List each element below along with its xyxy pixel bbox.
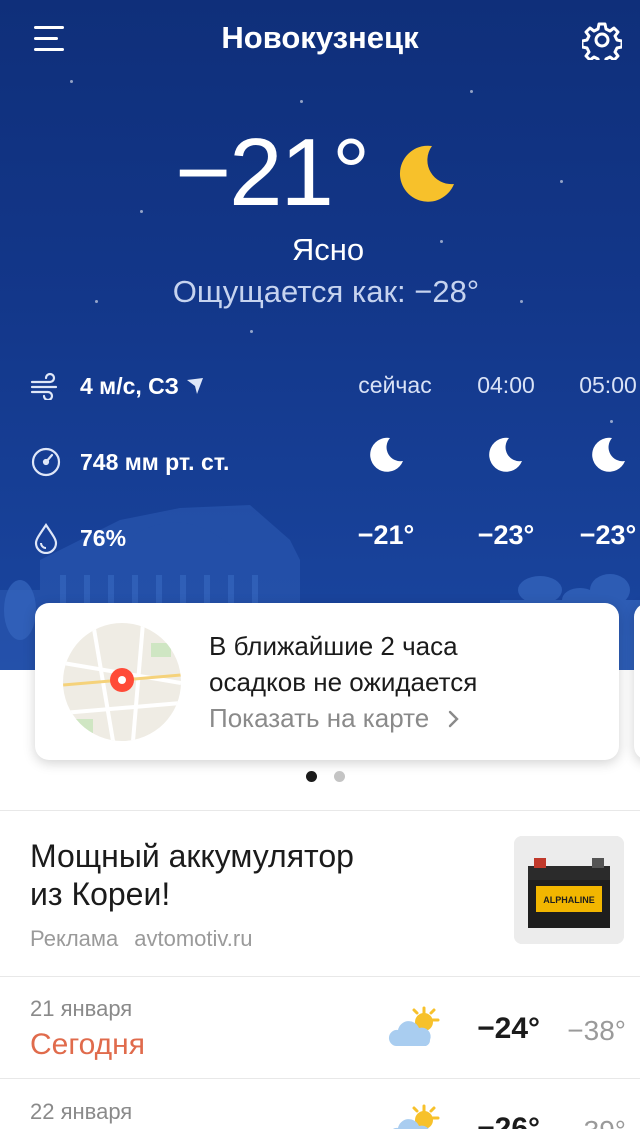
car-battery-image: ALPHALINE <box>514 836 624 944</box>
settings-button[interactable] <box>580 20 624 66</box>
sun-behind-cloud-icon <box>388 1006 440 1046</box>
current-condition: Ясно <box>291 232 365 267</box>
humidity-row: 76% <box>30 518 126 558</box>
hour-temp: −23° <box>477 520 535 550</box>
day-date: 22 января <box>30 1099 133 1124</box>
show-on-map-link[interactable]: Показать на карте <box>209 703 462 734</box>
ad-image-battery[interactable]: ALPHALINE <box>514 836 624 944</box>
wind-icon <box>30 372 58 400</box>
hour-label: 05:00 <box>579 372 637 398</box>
hour-temp: −21° <box>357 520 415 550</box>
ad-title[interactable]: из Кореи! <box>30 876 170 913</box>
nowcast-text-line1: В ближайшие 2 часа <box>209 631 458 661</box>
divider <box>0 810 640 811</box>
nowcast-text-line2: осадков не ожидается <box>209 667 478 697</box>
wind-row: 4 м/с, СЗ <box>30 366 205 406</box>
day-low-temp: −38° <box>567 1015 626 1046</box>
weather-hero: Новокузнецк −21° Ясно Ощущается как: −28… <box>0 0 640 670</box>
pressure-row: 748 мм рт. ст. <box>30 442 229 482</box>
hour-temp: −23° <box>579 520 637 550</box>
city-title[interactable]: Новокузнецк <box>0 20 640 56</box>
sun-behind-cloud-icon <box>393 1104 440 1129</box>
divider <box>0 1078 640 1079</box>
ad-title[interactable]: Мощный аккумулятор <box>30 838 354 875</box>
feels-like: Ощущается как: −28° <box>172 274 480 309</box>
page-dot[interactable] <box>334 771 345 782</box>
current-temperature: −21° <box>175 119 370 226</box>
moon-icon <box>370 437 403 472</box>
gear-icon <box>580 22 624 66</box>
divider <box>0 976 640 977</box>
hour-label: сейчас <box>358 372 432 398</box>
hour-label: 04:00 <box>477 372 535 398</box>
chevron-right-icon <box>449 710 460 728</box>
day-low-temp: −39° <box>546 1115 626 1129</box>
ad-domain[interactable]: avtomotiv.ru <box>134 926 252 951</box>
humidity-value: 76% <box>80 524 127 551</box>
pressure-value: 748 мм рт. ст. <box>80 448 230 475</box>
city-skyline-illustration <box>0 505 640 670</box>
precipitation-nowcast-card[interactable]: В ближайшие 2 часа осадков не ожидается … <box>35 603 619 760</box>
map-thumbnail <box>63 623 181 741</box>
humidity-drop-icon <box>34 523 58 554</box>
page-dot-active[interactable] <box>306 771 317 782</box>
top-bar: Новокузнецк <box>0 0 640 80</box>
day-name: Сегодня <box>30 1028 145 1061</box>
show-on-map-label: Показать на карте <box>209 703 430 733</box>
day-high-temp: −26° <box>477 1112 540 1129</box>
wind-value: 4 м/с, СЗ <box>80 372 179 399</box>
day-date: 21 января <box>30 996 133 1021</box>
next-card-peek[interactable] <box>634 603 640 760</box>
day-high-temp: −24° <box>477 1012 540 1045</box>
ad-meta: Реклама avtomotiv.ru <box>30 926 252 952</box>
carousel-page-indicator <box>306 771 346 783</box>
wind-direction-arrow-icon <box>186 378 203 394</box>
moon-icon <box>489 437 522 472</box>
moon-icon <box>399 145 454 202</box>
battery-brand-text: ALPHALINE <box>543 895 595 905</box>
moon-icon <box>592 437 625 472</box>
pressure-gauge-icon <box>31 447 61 477</box>
ad-label: Реклама <box>30 926 119 951</box>
